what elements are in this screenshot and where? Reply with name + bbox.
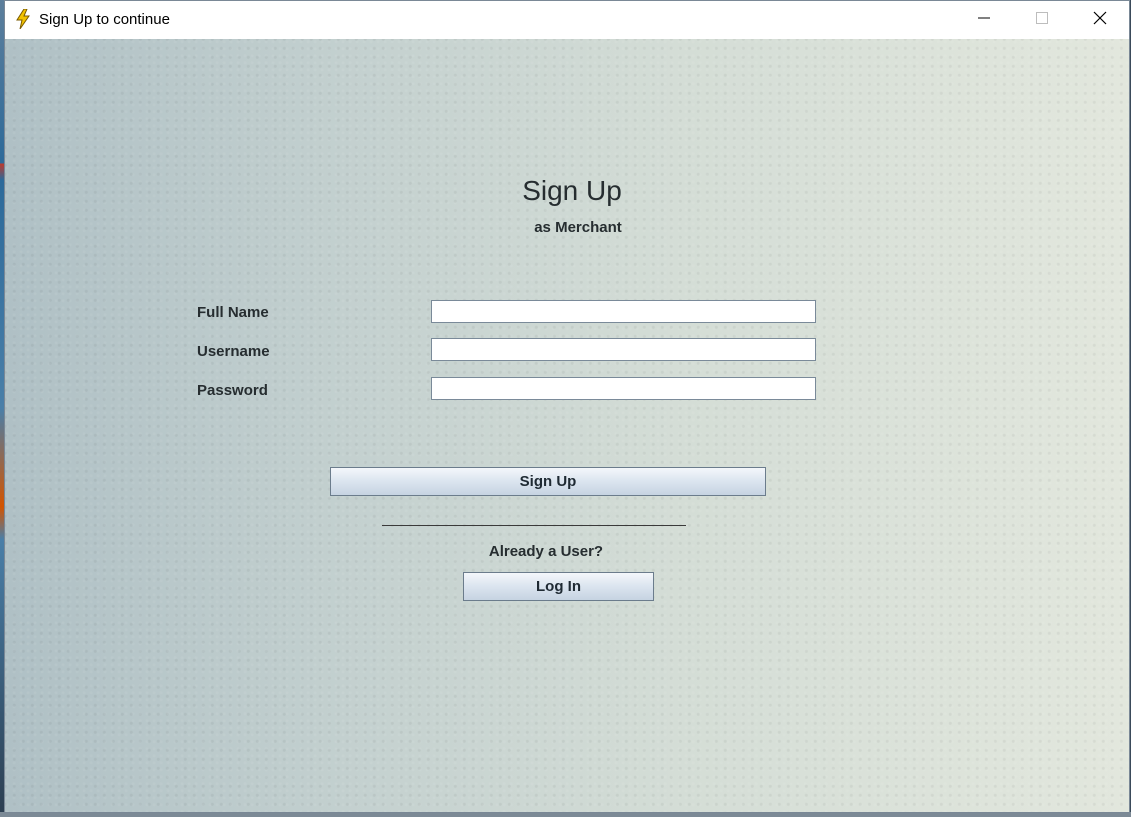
already-user-label: Already a User?: [488, 543, 604, 560]
minimize-button[interactable]: [955, 1, 1013, 39]
signup-window: Sign Up to continue Sign Up as Merchant …: [4, 0, 1130, 813]
close-button[interactable]: [1071, 1, 1129, 39]
divider: [382, 525, 686, 526]
minimize-icon: [978, 11, 990, 29]
signup-button[interactable]: Sign Up: [330, 467, 766, 496]
username-label: Username: [197, 343, 270, 360]
title-bar[interactable]: Sign Up to continue: [5, 1, 1129, 39]
maximize-button[interactable]: [1013, 1, 1071, 39]
window-title: Sign Up to continue: [39, 11, 170, 28]
full-name-input[interactable]: [431, 300, 816, 323]
form-panel: Sign Up as Merchant Full Name Username P…: [5, 39, 1129, 812]
page-subtitle: as Merchant: [534, 219, 622, 236]
full-name-label: Full Name: [197, 304, 269, 321]
username-input[interactable]: [431, 338, 816, 361]
maximize-icon: [1036, 11, 1048, 29]
password-input[interactable]: [431, 377, 816, 400]
password-label: Password: [197, 382, 268, 399]
lightning-bolt-icon: [15, 8, 31, 30]
close-icon: [1093, 11, 1107, 30]
login-button[interactable]: Log In: [463, 572, 654, 601]
page-title: Sign Up: [522, 175, 622, 206]
